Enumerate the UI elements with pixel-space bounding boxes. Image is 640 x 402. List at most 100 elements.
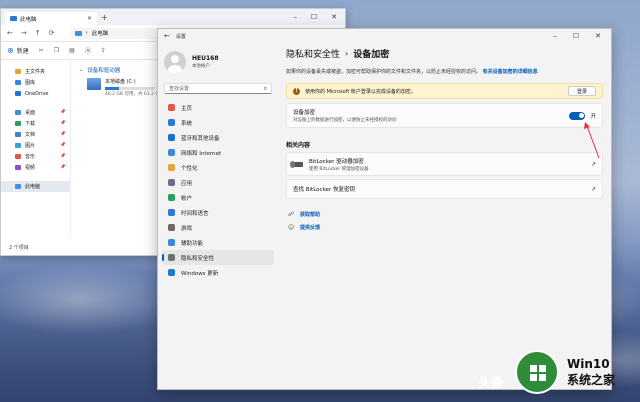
window-controls: – ☐ ✕: [293, 13, 345, 21]
explorer-tab[interactable]: 此电脑 ✕: [5, 12, 97, 25]
settings-nav-label: 系统: [181, 120, 193, 127]
page-title: 设备加密: [353, 50, 390, 60]
encryption-toggle[interactable]: [569, 111, 586, 120]
explorer-nav-item[interactable]: OneDrive: [1, 88, 70, 99]
explorer-nav-item[interactable]: 视频 📌: [1, 162, 70, 173]
signin-button[interactable]: 登录: [567, 86, 596, 96]
feedback-link[interactable]: ☺ 提供反馈: [288, 224, 603, 231]
new-tab-icon[interactable]: +: [101, 13, 108, 22]
banner-text: 使用你的 Microsoft 帐户登录以完成设备的加密。: [305, 88, 416, 95]
up-icon[interactable]: ↑: [35, 29, 41, 37]
settings-nav-item[interactable]: 辅助功能: [162, 235, 274, 250]
help-links: ☍ 获取帮助 ☺ 提供反馈: [286, 211, 603, 231]
toggle-state-label: 开: [590, 113, 596, 120]
settings-nav-item[interactable]: 隐私和安全性: [162, 250, 274, 265]
watermark: Win10 系统之家: [515, 350, 615, 394]
learn-more-link[interactable]: 有关设备加密的详细信息: [483, 69, 538, 75]
get-help-link[interactable]: ☍ 获取帮助: [288, 211, 603, 218]
bitlocker-link-card[interactable]: BitLocker 驱动器加密 使用 BitLocker 管理加密设备 ↗: [286, 152, 603, 176]
settings-nav-item[interactable]: 应用: [162, 175, 274, 190]
breadcrumb-separator: ›: [345, 49, 349, 58]
user-card[interactable]: HEU168 本地帐户: [158, 43, 278, 81]
settings-nav-item[interactable]: 时间和语言: [162, 205, 274, 220]
recovery-key-link-card[interactable]: 查找 BitLocker 恢复密钥 ↗: [286, 179, 603, 199]
nav-icon: [168, 224, 175, 231]
pin-icon: 📌: [60, 165, 66, 170]
bitlocker-description: 使用 BitLocker 管理加密设备: [309, 166, 369, 172]
explorer-nav-label: 音乐: [25, 154, 36, 160]
settings-nav-label: Windows 更新: [181, 270, 219, 277]
back-icon[interactable]: ←: [7, 29, 13, 37]
settings-nav-item[interactable]: Windows 更新: [162, 265, 274, 280]
feedback-label: 提供反馈: [300, 225, 321, 231]
explorer-nav-pane: 主文件夹 图库 OneDrive 桌面 📌 下载 📌 文档 📌 图片 📌 音乐 📌 视频 📌 此电脑: [1, 60, 71, 238]
user-account-type: 本地帐户: [192, 64, 210, 69]
pin-icon: 📌: [60, 154, 66, 159]
settings-nav-item[interactable]: 游戏: [162, 220, 274, 235]
drive-usage-bar: [105, 87, 155, 90]
settings-nav-item[interactable]: 网络和 Internet: [162, 145, 274, 160]
folder-icon: [15, 80, 21, 85]
nav-icon: [168, 194, 175, 201]
settings-nav-item[interactable]: 个性化: [162, 160, 274, 175]
folder-icon: [15, 91, 21, 96]
settings-main: 隐私和安全性 › 设备加密 如果你的设备丢失或被盗，加密可帮助保护你的文件和文件…: [286, 43, 603, 231]
explorer-nav-item[interactable]: 图片 📌: [1, 140, 70, 151]
external-link-icon: ↗: [590, 185, 596, 193]
search-icon: ⌕: [263, 84, 267, 92]
maximize-icon[interactable]: ☐: [311, 13, 317, 21]
forward-icon[interactable]: →: [21, 29, 27, 37]
minimize-icon[interactable]: –: [293, 13, 297, 21]
explorer-nav-label: 文档: [25, 132, 36, 138]
explorer-nav-item[interactable]: 文档 📌: [1, 129, 70, 140]
close-icon[interactable]: ✕: [331, 13, 337, 21]
user-name: HEU168: [192, 55, 219, 62]
close-icon[interactable]: ✕: [595, 32, 601, 40]
nav-icon: [168, 134, 175, 141]
settings-nav-item[interactable]: 主页: [162, 100, 274, 115]
folder-icon: [15, 69, 21, 74]
search-placeholder: 查找设置: [169, 86, 190, 92]
share-icon[interactable]: ⇪: [101, 47, 106, 54]
recovery-key-title: 查找 BitLocker 恢复密钥: [293, 187, 355, 193]
paste-icon[interactable]: ▤: [69, 47, 75, 54]
address-path-label: 此电脑: [91, 31, 109, 37]
status-text: 2 个项目: [9, 245, 29, 251]
settings-nav-label: 应用: [181, 180, 193, 187]
minimize-icon[interactable]: –: [553, 32, 557, 40]
folder-icon: [15, 184, 21, 189]
folder-icon: [15, 132, 21, 137]
new-button[interactable]: ⊕ 新建: [7, 46, 29, 55]
explorer-nav-label: 下载: [25, 121, 36, 127]
breadcrumb: 隐私和安全性 › 设备加密: [286, 47, 603, 60]
warning-icon: !: [293, 87, 300, 95]
pin-icon: 📌: [60, 132, 66, 137]
back-icon[interactable]: ←: [164, 32, 170, 40]
explorer-nav-item[interactable]: 图库: [1, 77, 70, 88]
settings-nav-label: 帐户: [181, 195, 193, 202]
logo-square-tl: [530, 365, 537, 372]
settings-search-input[interactable]: 查找设置 ⌕: [164, 83, 272, 94]
logo-square-br: [539, 374, 546, 381]
settings-nav-item[interactable]: 帐户: [162, 190, 274, 205]
close-tab-icon[interactable]: ✕: [87, 15, 92, 22]
rename-icon[interactable]: Ⓐ: [85, 46, 91, 55]
encryption-toggle-wrap: 开: [569, 111, 596, 120]
explorer-nav-item[interactable]: 此电脑: [1, 181, 70, 192]
maximize-icon[interactable]: ☐: [573, 32, 579, 40]
settings-nav-item[interactable]: 蓝牙和其他设备: [162, 130, 274, 145]
cut-icon[interactable]: ✂: [39, 47, 44, 54]
settings-nav-label: 辅助功能: [181, 240, 204, 247]
explorer-nav-item[interactable]: 下载 📌: [1, 118, 70, 129]
explorer-nav-item[interactable]: 桌面 📌: [1, 107, 70, 118]
explorer-nav-item[interactable]: 音乐 📌: [1, 151, 70, 162]
nav-icon: [168, 164, 175, 171]
settings-nav-label: 个性化: [181, 165, 198, 172]
refresh-icon[interactable]: ⟳: [49, 29, 55, 37]
drives-group-label: 设备和驱动器: [87, 68, 121, 74]
settings-nav-item[interactable]: 系统: [162, 115, 274, 130]
copy-icon[interactable]: ❐: [54, 47, 59, 54]
breadcrumb-parent[interactable]: 隐私和安全性: [286, 47, 340, 60]
folder-icon: [15, 121, 21, 126]
explorer-nav-item[interactable]: 主文件夹: [1, 66, 70, 77]
